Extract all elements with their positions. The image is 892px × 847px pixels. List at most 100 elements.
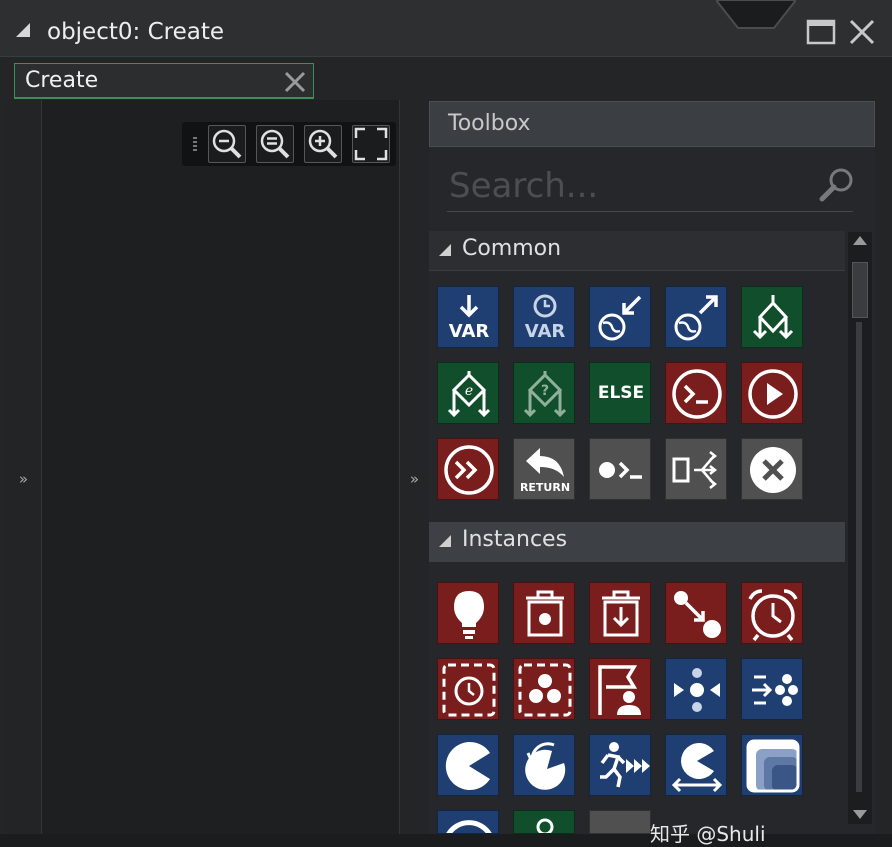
tile-jump-to-start[interactable] — [741, 658, 803, 720]
tile-set-sprite[interactable] — [437, 734, 499, 796]
if-expression-icon: e — [447, 371, 491, 418]
expand-right-icon[interactable]: » — [400, 470, 429, 488]
scroll-thumb[interactable] — [852, 262, 868, 318]
search-icon[interactable] — [817, 165, 857, 205]
toolbar-grip-icon[interactable] — [193, 137, 197, 151]
left-panel-strip[interactable]: » — [6, 100, 42, 834]
tile-if-variable[interactable] — [741, 286, 803, 348]
zoom-out-button[interactable] — [208, 125, 246, 163]
tile-change-instance[interactable] — [665, 582, 727, 644]
if-variable-icon — [752, 295, 794, 340]
tile-set-alarm[interactable] — [741, 582, 803, 644]
alarm-clock-icon — [748, 589, 798, 642]
declare-function-icon — [599, 461, 642, 479]
tab-close-icon[interactable] — [282, 69, 308, 95]
section-header-common[interactable]: Common — [429, 231, 845, 271]
window-title: object0: Create — [47, 19, 224, 45]
tile-instance-exists[interactable] — [589, 658, 651, 720]
tile-rotate[interactable] — [513, 734, 575, 796]
svg-text:?: ? — [541, 383, 549, 399]
tile-temp-variable[interactable]: VAR — [513, 286, 575, 348]
instance-count-icon — [518, 663, 572, 717]
create-instance-icon — [454, 591, 484, 639]
tile-assign-variable[interactable]: VAR — [437, 286, 499, 348]
scroll-up-icon[interactable] — [853, 236, 867, 245]
destroy-instance-icon — [526, 590, 564, 637]
tile-create-instance[interactable] — [437, 582, 499, 644]
exit-event-icon — [750, 447, 796, 493]
tile-partial[interactable] — [589, 810, 651, 834]
tile-jump-to-point[interactable] — [665, 658, 727, 720]
section-label: Instances — [462, 527, 568, 552]
panel-divider[interactable]: » — [399, 100, 429, 834]
tile-if-expression[interactable]: e — [437, 362, 499, 424]
tile-if-undefined[interactable]: ? — [513, 362, 575, 424]
tile-execute-code[interactable] — [665, 362, 727, 424]
rotate-icon — [525, 742, 566, 790]
scroll-down-icon[interactable] — [853, 810, 867, 819]
zoom-in-icon — [308, 129, 338, 159]
tile-else[interactable]: ELSE — [589, 362, 651, 424]
tile-partial[interactable] — [437, 810, 499, 834]
search-input[interactable] — [447, 161, 811, 211]
dnd-canvas[interactable] — [42, 100, 399, 834]
tile-get-alarm[interactable] — [437, 658, 499, 720]
zoom-reset-icon — [260, 129, 290, 159]
set-global-variable-icon — [674, 295, 718, 341]
search-box — [447, 161, 853, 212]
zoom-in-button[interactable] — [304, 125, 342, 163]
execute-code-icon — [672, 369, 722, 419]
tile-get-global-variable[interactable] — [589, 286, 651, 348]
tile-switch[interactable] — [665, 438, 727, 500]
title-bar[interactable]: object0: Create — [0, 0, 892, 57]
if-undefined-icon: ? — [523, 371, 567, 418]
tile-exit-event[interactable] — [741, 438, 803, 500]
tile-label: VAR — [448, 321, 490, 342]
section-header-instances[interactable]: Instances — [429, 522, 845, 562]
title-notch — [716, 0, 796, 29]
instance-exists-icon — [598, 665, 641, 715]
jump-to-point-icon — [674, 668, 720, 712]
tile-partial[interactable] — [513, 810, 575, 834]
close-window-icon[interactable] — [846, 16, 878, 48]
toolbox-scrollbar[interactable] — [848, 232, 872, 824]
tile-function-call[interactable] — [741, 362, 803, 424]
tile-return[interactable]: RETURN — [513, 438, 575, 500]
expand-left-icon[interactable]: » — [6, 470, 41, 488]
tile-destroy-at-position[interactable] — [589, 582, 651, 644]
object-editor-window: object0: Create Create » » Toolbox Searc… — [0, 0, 892, 846]
toolbox-panel: Toolbox Common VAR VAR — [429, 101, 875, 834]
svg-text:e: e — [465, 383, 473, 399]
tile-declare-function[interactable] — [589, 438, 651, 500]
get-alarm-icon — [442, 663, 496, 717]
tile-set-depth[interactable] — [741, 734, 803, 796]
scroll-track[interactable] — [856, 322, 862, 792]
collapse-triangle-icon — [439, 244, 451, 256]
get-global-variable-icon — [598, 295, 642, 341]
pacman-icon — [445, 742, 490, 790]
tab-create[interactable]: Create — [14, 63, 314, 99]
tile-instance-count[interactable] — [513, 658, 575, 720]
tile-label: RETURN — [519, 481, 571, 494]
running-man-icon — [600, 742, 650, 788]
play-function-icon — [748, 369, 798, 419]
maximize-icon[interactable] — [806, 18, 836, 46]
collapse-triangle-icon[interactable] — [16, 23, 30, 37]
section-label: Common — [462, 236, 562, 261]
toolbox-header: Toolbox — [429, 101, 875, 147]
fit-view-button[interactable] — [352, 125, 390, 163]
tab-label: Create — [25, 68, 99, 93]
zoom-out-icon — [212, 129, 242, 159]
fullscreen-icon — [354, 127, 388, 161]
destroy-at-position-icon — [602, 590, 640, 637]
tile-label: VAR — [524, 321, 566, 342]
switch-icon — [672, 451, 718, 489]
tile-execute-script[interactable] — [437, 438, 499, 500]
jump-to-start-icon — [752, 674, 798, 706]
zoom-reset-button[interactable] — [256, 125, 294, 163]
tile-speed[interactable] — [589, 734, 651, 796]
tile-wrap[interactable] — [665, 734, 727, 796]
tile-destroy-instance[interactable] — [513, 582, 575, 644]
tile-set-global-variable[interactable] — [665, 286, 727, 348]
toolbox-title: Toolbox — [448, 111, 531, 136]
